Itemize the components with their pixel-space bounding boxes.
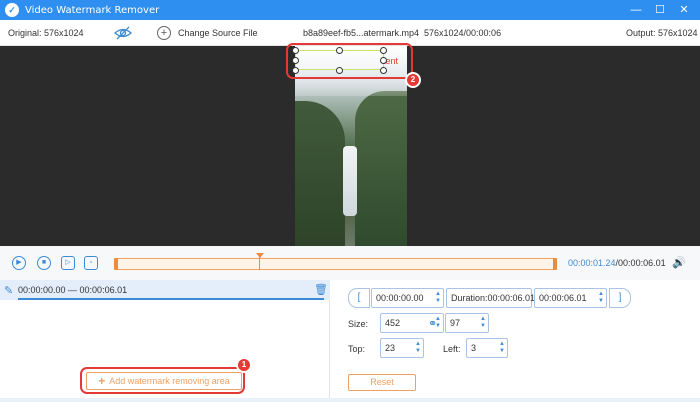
plus-icon: + xyxy=(98,374,106,388)
video-cliff-right xyxy=(355,91,407,246)
window-controls: — ☐ ✕ xyxy=(624,0,696,20)
total-time: /00:00:06.01 xyxy=(615,258,666,268)
change-source-plus-icon[interactable]: + xyxy=(157,26,171,40)
add-watermark-area-button[interactable]: + Add watermark removing area xyxy=(86,372,242,390)
top-spinner[interactable]: ▲ ▼ xyxy=(415,341,421,355)
left-spinner[interactable]: ▲ ▼ xyxy=(499,341,505,355)
end-time-spinner[interactable]: ▲ ▼ xyxy=(598,291,604,305)
delete-segment-trash-icon[interactable]: 🗑 xyxy=(314,283,328,296)
height-spinner[interactable]: ▲ ▼ xyxy=(480,316,486,330)
end-time-field[interactable]: 00:00:06.01 ▲ ▼ xyxy=(534,288,607,308)
end-time-value: 00:00:06.01 xyxy=(539,293,587,303)
callout-badge-1: 1 xyxy=(236,357,252,373)
callout-watermark-area xyxy=(286,43,413,79)
height-field[interactable]: 97 ▲ ▼ xyxy=(445,313,489,333)
close-button[interactable]: ✕ xyxy=(672,0,696,20)
width-value: 452 xyxy=(385,318,401,328)
video-waterfall xyxy=(343,146,357,216)
playhead-line[interactable] xyxy=(259,254,260,270)
source-resolution-duration: 576x1024/00:00:06 xyxy=(424,28,502,38)
play-button[interactable]: ▶ xyxy=(12,256,26,270)
change-source-file-link[interactable]: Change Source File xyxy=(178,28,258,38)
video-cliff-left xyxy=(295,101,345,246)
window-title: Video Watermark Remover xyxy=(25,4,160,16)
link-aspect-icon[interactable]: ⚭ xyxy=(428,317,437,330)
app-logo-icon: ✓ xyxy=(5,3,19,17)
next-frame-button[interactable]: ▷ xyxy=(61,256,75,270)
minimize-button[interactable]: — xyxy=(624,0,648,20)
start-time-value: 00:00:00.00 xyxy=(376,293,424,303)
settings-pane: [ 00:00:00.00 ▲ ▼ Duration:00:00:06.01 00… xyxy=(330,280,700,398)
size-label: Size: xyxy=(348,319,369,329)
start-time-spinner[interactable]: ▲ ▼ xyxy=(435,291,441,305)
callout-badge-2: 2 xyxy=(405,72,421,88)
segment-progress-line xyxy=(18,298,324,300)
volume-icon[interactable]: 🔊 xyxy=(672,256,686,269)
bottom-strip xyxy=(0,398,700,402)
playhead-marker-icon[interactable] xyxy=(256,253,264,258)
maximize-button[interactable]: ☐ xyxy=(648,0,672,20)
duration-field: Duration:00:00:06.01 xyxy=(446,288,536,308)
set-end-button[interactable]: ] xyxy=(609,288,631,308)
left-value: 3 xyxy=(471,343,477,353)
hide-preview-eye-icon[interactable] xyxy=(114,25,132,41)
duration-value: Duration:00:00:06.01 xyxy=(451,293,536,303)
top-field[interactable]: 23 ▲ ▼ xyxy=(380,338,424,358)
add-watermark-area-label: Add watermark removing area xyxy=(109,376,230,386)
time-readout: 00:00:01.24/00:00:06.01 xyxy=(568,258,666,268)
segment-range: 00:00:00.00 — 00:00:06.01 xyxy=(18,285,128,295)
brush-icon: ✎ xyxy=(4,285,14,297)
video-preview-area: tent 2 xyxy=(0,43,700,246)
timeline-track[interactable] xyxy=(114,253,557,270)
left-label: Left: xyxy=(443,344,461,354)
original-resolution: Original: 576x1024 xyxy=(8,28,84,38)
output-resolution: Output: 576x1024 xyxy=(626,28,698,38)
segment-row[interactable]: ✎ 00:00:00.00 — 00:00:06.01 🗑 xyxy=(0,280,330,300)
height-value: 97 xyxy=(450,318,461,328)
top-value: 23 xyxy=(385,343,396,353)
top-label: Top: xyxy=(348,344,366,354)
source-filename: b8a89eef-fb5...atermark.mp4 xyxy=(303,28,420,38)
title-bar: ✓ Video Watermark Remover — ☐ ✕ xyxy=(0,0,700,20)
left-field[interactable]: 3 ▲ ▼ xyxy=(466,338,508,358)
set-start-button[interactable]: [ xyxy=(348,288,370,308)
reset-button[interactable]: Reset xyxy=(348,374,416,391)
clip-button[interactable]: ▫ xyxy=(84,256,98,270)
segment-list-pane: ✎ 00:00:00.00 — 00:00:06.01 🗑 1 + Add wa… xyxy=(0,280,330,398)
start-time-field[interactable]: 00:00:00.00 ▲ ▼ xyxy=(371,288,444,308)
playback-controls: ▶ ■ ▷ ▫ 00:00:01.24/00:00:06.01 🔊 xyxy=(0,246,700,280)
current-time: 00:00:01.24 xyxy=(568,258,616,268)
stop-button[interactable]: ■ xyxy=(37,256,51,270)
timeline-start-handle[interactable] xyxy=(114,258,118,270)
timeline-end-handle[interactable] xyxy=(553,258,557,270)
